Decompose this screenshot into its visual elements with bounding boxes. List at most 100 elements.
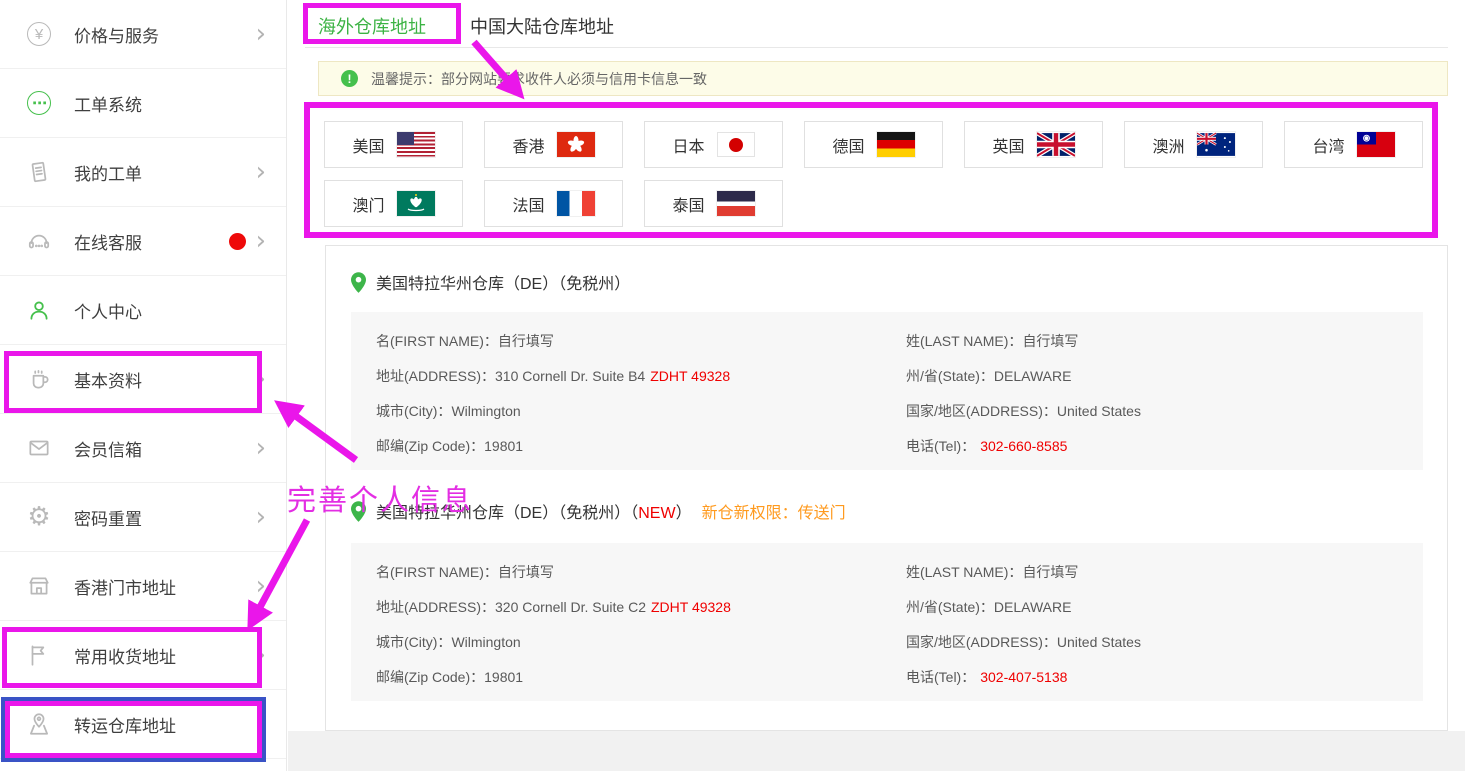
country-button-th[interactable]: 泰国	[644, 180, 783, 227]
chevron-right-icon: ›	[256, 573, 266, 599]
sidebar-item-ticket-system[interactable]: ⋯ 工单系统	[0, 69, 286, 138]
gb-flag-icon	[1037, 132, 1075, 157]
notice-text: 温馨提示：部分网站要求收件人必须与信用卡信息一致	[371, 69, 707, 89]
new-warehouse-permission-link[interactable]: 新仓新权限：传送门	[702, 499, 846, 523]
country-button-us[interactable]: 美国	[324, 121, 463, 168]
warehouse-address-panel: 美国特拉华州仓库（DE）（免税州） 名(FIRST NAME)：自行填写 姓(L…	[325, 245, 1448, 731]
field-country: 国家/地区(ADDRESS)：United States	[906, 632, 1423, 653]
field-tel: 电话(Tel)：302-407-5138	[906, 667, 1423, 688]
sidebar-item-label: 转运仓库地址	[74, 712, 248, 737]
sidebar-item-shipping-address[interactable]: 常用收货地址 ›	[0, 621, 286, 690]
country-button-fr[interactable]: 法国	[484, 180, 623, 227]
chevron-right-icon: ›	[256, 21, 266, 47]
user-icon	[24, 295, 54, 325]
field-last-name: 姓(LAST NAME)：自行填写	[906, 562, 1423, 583]
country-button-tw[interactable]: 台湾	[1284, 121, 1423, 168]
sidebar-item-transfer-warehouse-address[interactable]: 转运仓库地址 ›	[0, 690, 286, 759]
country-button-au[interactable]: 澳洲	[1124, 121, 1263, 168]
tab-mainland-warehouse[interactable]: 中国大陆仓库地址	[470, 13, 614, 39]
mo-flag-icon	[397, 191, 435, 216]
fr-flag-icon	[557, 191, 595, 216]
sidebar-item-label: 价格与服务	[74, 22, 248, 47]
country-label: 英国	[992, 133, 1024, 157]
warehouse-1-title-text: 美国特拉华州仓库（DE）（免税州）	[376, 270, 630, 294]
chat-dots-icon: ⋯	[24, 88, 54, 118]
sidebar-item-personal-center[interactable]: 个人中心	[0, 276, 286, 345]
sidebar-item-my-tickets[interactable]: 我的工单 ›	[0, 138, 286, 207]
sidebar-item-label: 密码重置	[74, 505, 248, 530]
us-flag-icon	[397, 132, 435, 157]
sidebar-item-online-service[interactable]: 在线客服 ›	[0, 207, 286, 276]
sidebar-item-password-reset[interactable]: ⚙ 密码重置 ›	[0, 483, 286, 552]
sidebar-item-hk-store-address[interactable]: 香港门市地址 ›	[0, 552, 286, 621]
envelope-icon	[24, 433, 54, 463]
yen-icon: ¥	[24, 19, 54, 49]
field-zip: 邮编(Zip Code)：19801	[376, 667, 906, 688]
tw-flag-icon	[1357, 132, 1395, 157]
warehouse-1-title: 美国特拉华州仓库（DE）（免税州）	[351, 270, 630, 294]
sidebar-item-pricing[interactable]: ¥ 价格与服务 ›	[0, 0, 286, 69]
chevron-right-icon: ›	[256, 435, 266, 461]
document-icon	[24, 157, 54, 187]
gear-icon: ⚙	[24, 502, 54, 532]
country-label: 澳门	[352, 192, 384, 216]
sidebar-item-label: 工单系统	[74, 91, 266, 116]
country-button-gb[interactable]: 英国	[964, 121, 1103, 168]
chevron-right-icon: ›	[256, 504, 266, 530]
field-address: 地址(ADDRESS)：320 Cornell Dr. Suite C2ZDHT…	[376, 597, 906, 618]
field-city: 城市(City)：Wilmington	[376, 401, 906, 422]
field-last-name: 姓(LAST NAME)：自行填写	[906, 331, 1423, 352]
sidebar-item-label: 个人中心	[74, 298, 266, 323]
field-country: 国家/地区(ADDRESS)：United States	[906, 401, 1423, 422]
country-button-mo[interactable]: 澳门	[324, 180, 463, 227]
unread-badge	[229, 233, 246, 250]
location-pin-icon	[351, 501, 366, 522]
chevron-right-icon: ›	[256, 711, 266, 737]
country-label: 美国	[352, 133, 384, 157]
country-label: 法国	[512, 192, 544, 216]
new-badge: NEW	[638, 505, 675, 522]
location-pin-icon	[351, 272, 366, 293]
country-label: 香港	[512, 133, 544, 157]
warehouse-2-card: 名(FIRST NAME)：自行填写 姓(LAST NAME)：自行填写 地址(…	[351, 543, 1423, 701]
country-label: 日本	[672, 133, 704, 157]
warehouse-2-title: 美国特拉华州仓库（DE）（免税州）（NEW） 新仓新权限：传送门	[351, 499, 846, 523]
country-button-de[interactable]: 德国	[804, 121, 943, 168]
field-zip: 邮编(Zip Code)：19801	[376, 436, 906, 457]
field-address: 地址(ADDRESS)：310 Cornell Dr. Suite B4ZDHT…	[376, 366, 906, 387]
tab-divider	[305, 47, 1448, 48]
warehouse-2-title-text: 美国特拉华州仓库（DE）（免税州）（NEW）	[376, 499, 692, 523]
sidebar-item-member-mailbox[interactable]: 会员信箱 ›	[0, 414, 286, 483]
info-icon: !	[341, 70, 358, 87]
sidebar-item-label: 香港门市地址	[74, 574, 248, 599]
cup-icon	[24, 364, 54, 394]
country-label: 澳洲	[1152, 133, 1184, 157]
field-state: 州/省(State)：DELAWARE	[906, 597, 1423, 618]
notice-bar: ! 温馨提示：部分网站要求收件人必须与信用卡信息一致	[318, 61, 1448, 96]
sidebar-item-basic-info[interactable]: 基本资料 ›	[0, 345, 286, 414]
shop-icon	[24, 571, 54, 601]
headset-icon	[24, 226, 54, 256]
country-label: 德国	[832, 133, 864, 157]
sidebar-item-label: 我的工单	[74, 160, 248, 185]
map-pin-icon	[24, 709, 54, 739]
hk-flag-icon	[557, 132, 595, 157]
field-city: 城市(City)：Wilmington	[376, 632, 906, 653]
sidebar: ¥ 价格与服务 › ⋯ 工单系统 我的工单 › 在线客服 › 个人中心 基本资料…	[0, 0, 287, 771]
chevron-right-icon: ›	[256, 642, 266, 668]
country-button-hk[interactable]: 香港	[484, 121, 623, 168]
tab-overseas-warehouse[interactable]: 海外仓库地址	[318, 13, 426, 39]
country-button-jp[interactable]: 日本	[644, 121, 783, 168]
de-flag-icon	[877, 132, 915, 157]
sidebar-item-label: 基本资料	[74, 367, 248, 392]
country-selector: 美国 香港 日本 德国 英国 澳洲 台湾 澳门 法国 泰国	[304, 102, 1438, 238]
warehouse-1-card: 名(FIRST NAME)：自行填写 姓(LAST NAME)：自行填写 地址(…	[351, 312, 1423, 470]
au-flag-icon	[1197, 132, 1235, 157]
field-tel: 电话(Tel)：302-660-8585	[906, 436, 1423, 457]
country-label: 泰国	[672, 192, 704, 216]
flag-icon	[24, 640, 54, 670]
field-first-name: 名(FIRST NAME)：自行填写	[376, 562, 906, 583]
sidebar-item-label: 在线客服	[74, 229, 229, 254]
field-first-name: 名(FIRST NAME)：自行填写	[376, 331, 906, 352]
th-flag-icon	[717, 191, 755, 216]
